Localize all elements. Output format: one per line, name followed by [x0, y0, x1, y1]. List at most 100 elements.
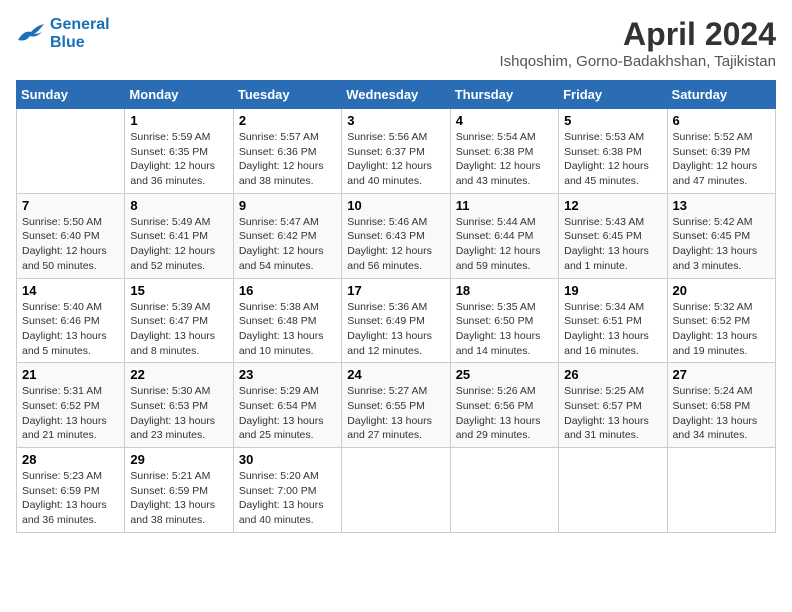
- weekday-header-wednesday: Wednesday: [342, 81, 450, 109]
- calendar-cell: 16 Sunrise: 5:38 AM Sunset: 6:48 PM Dayli…: [233, 278, 341, 363]
- day-number: 17: [347, 283, 444, 298]
- day-info: Sunrise: 5:43 AM Sunset: 6:45 PM Dayligh…: [564, 215, 661, 274]
- day-number: 29: [130, 452, 227, 467]
- day-number: 3: [347, 113, 444, 128]
- day-info: Sunrise: 5:49 AM Sunset: 6:41 PM Dayligh…: [130, 215, 227, 274]
- day-info: Sunrise: 5:38 AM Sunset: 6:48 PM Dayligh…: [239, 300, 336, 359]
- calendar-cell: 23 Sunrise: 5:29 AM Sunset: 6:54 PM Dayli…: [233, 363, 341, 448]
- calendar-cell: 3 Sunrise: 5:56 AM Sunset: 6:37 PM Daylig…: [342, 109, 450, 194]
- day-number: 21: [22, 367, 119, 382]
- day-info: Sunrise: 5:44 AM Sunset: 6:44 PM Dayligh…: [456, 215, 553, 274]
- logo-text: General Blue: [50, 16, 110, 52]
- calendar-cell: 7Sunrise: 5:50 AM Sunset: 6:40 PM Daylig…: [17, 193, 125, 278]
- day-number: 28: [22, 452, 119, 467]
- day-number: 11: [456, 198, 553, 213]
- day-number: 18: [456, 283, 553, 298]
- day-info: Sunrise: 5:31 AM Sunset: 6:52 PM Dayligh…: [22, 384, 119, 443]
- day-info: Sunrise: 5:29 AM Sunset: 6:54 PM Dayligh…: [239, 384, 336, 443]
- weekday-header-monday: Monday: [125, 81, 233, 109]
- day-info: Sunrise: 5:24 AM Sunset: 6:58 PM Dayligh…: [673, 384, 770, 443]
- day-number: 19: [564, 283, 661, 298]
- calendar-cell: [450, 448, 558, 533]
- day-number: 26: [564, 367, 661, 382]
- calendar-subtitle: Ishqoshim, Gorno-Badakhshan, Tajikistan: [499, 53, 776, 70]
- day-info: Sunrise: 5:47 AM Sunset: 6:42 PM Dayligh…: [239, 215, 336, 274]
- logo-icon: [16, 22, 46, 46]
- calendar-cell: [342, 448, 450, 533]
- calendar-cell: 24 Sunrise: 5:27 AM Sunset: 6:55 PM Dayli…: [342, 363, 450, 448]
- day-info: Sunrise: 5:27 AM Sunset: 6:55 PM Dayligh…: [347, 384, 444, 443]
- calendar-cell: 9Sunrise: 5:47 AM Sunset: 6:42 PM Daylig…: [233, 193, 341, 278]
- day-info: Sunrise: 5:35 AM Sunset: 6:50 PM Dayligh…: [456, 300, 553, 359]
- week-row-2: 7Sunrise: 5:50 AM Sunset: 6:40 PM Daylig…: [17, 193, 776, 278]
- day-number: 23: [239, 367, 336, 382]
- calendar-cell: 5Sunrise: 5:53 AM Sunset: 6:38 PM Daylig…: [559, 109, 667, 194]
- calendar-cell: 6 Sunrise: 5:52 AM Sunset: 6:39 PM Daylig…: [667, 109, 775, 194]
- day-info: Sunrise: 5:59 AM Sunset: 6:35 PM Dayligh…: [130, 130, 227, 189]
- calendar-cell: 20Sunrise: 5:32 AM Sunset: 6:52 PM Dayli…: [667, 278, 775, 363]
- day-info: Sunrise: 5:20 AM Sunset: 7:00 PM Dayligh…: [239, 469, 336, 528]
- weekday-header-friday: Friday: [559, 81, 667, 109]
- day-info: Sunrise: 5:52 AM Sunset: 6:39 PM Dayligh…: [673, 130, 770, 189]
- day-number: 15: [130, 283, 227, 298]
- week-row-5: 28Sunrise: 5:23 AM Sunset: 6:59 PM Dayli…: [17, 448, 776, 533]
- day-info: Sunrise: 5:39 AM Sunset: 6:47 PM Dayligh…: [130, 300, 227, 359]
- day-number: 22: [130, 367, 227, 382]
- day-info: Sunrise: 5:40 AM Sunset: 6:46 PM Dayligh…: [22, 300, 119, 359]
- day-number: 20: [673, 283, 770, 298]
- calendar-cell: [667, 448, 775, 533]
- calendar-cell: 18 Sunrise: 5:35 AM Sunset: 6:50 PM Dayli…: [450, 278, 558, 363]
- weekday-header-saturday: Saturday: [667, 81, 775, 109]
- day-info: Sunrise: 5:50 AM Sunset: 6:40 PM Dayligh…: [22, 215, 119, 274]
- day-info: Sunrise: 5:34 AM Sunset: 6:51 PM Dayligh…: [564, 300, 661, 359]
- calendar-cell: 10 Sunrise: 5:46 AM Sunset: 6:43 PM Dayli…: [342, 193, 450, 278]
- calendar-cell: 28Sunrise: 5:23 AM Sunset: 6:59 PM Dayli…: [17, 448, 125, 533]
- weekday-header-thursday: Thursday: [450, 81, 558, 109]
- week-row-4: 21 Sunrise: 5:31 AM Sunset: 6:52 PM Dayli…: [17, 363, 776, 448]
- calendar-cell: 30Sunrise: 5:20 AM Sunset: 7:00 PM Dayli…: [233, 448, 341, 533]
- day-number: 27: [673, 367, 770, 382]
- day-number: 2: [239, 113, 336, 128]
- day-number: 24: [347, 367, 444, 382]
- calendar-cell: 22Sunrise: 5:30 AM Sunset: 6:53 PM Dayli…: [125, 363, 233, 448]
- header: General Blue April 2024 Ishqoshim, Gorno…: [16, 16, 776, 70]
- day-info: Sunrise: 5:56 AM Sunset: 6:37 PM Dayligh…: [347, 130, 444, 189]
- day-info: Sunrise: 5:46 AM Sunset: 6:43 PM Dayligh…: [347, 215, 444, 274]
- weekday-header-tuesday: Tuesday: [233, 81, 341, 109]
- day-info: Sunrise: 5:54 AM Sunset: 6:38 PM Dayligh…: [456, 130, 553, 189]
- calendar-cell: 29 Sunrise: 5:21 AM Sunset: 6:59 PM Dayli…: [125, 448, 233, 533]
- day-number: 25: [456, 367, 553, 382]
- week-row-3: 14 Sunrise: 5:40 AM Sunset: 6:46 PM Dayli…: [17, 278, 776, 363]
- calendar-title: April 2024: [499, 16, 776, 53]
- weekday-header-sunday: Sunday: [17, 81, 125, 109]
- day-number: 14: [22, 283, 119, 298]
- day-info: Sunrise: 5:21 AM Sunset: 6:59 PM Dayligh…: [130, 469, 227, 528]
- day-info: Sunrise: 5:36 AM Sunset: 6:49 PM Dayligh…: [347, 300, 444, 359]
- day-number: 16: [239, 283, 336, 298]
- title-section: April 2024 Ishqoshim, Gorno-Badakhshan, …: [499, 16, 776, 70]
- calendar-cell: 19 Sunrise: 5:34 AM Sunset: 6:51 PM Dayli…: [559, 278, 667, 363]
- day-number: 10: [347, 198, 444, 213]
- week-row-1: 1Sunrise: 5:59 AM Sunset: 6:35 PM Daylig…: [17, 109, 776, 194]
- calendar-cell: 25 Sunrise: 5:26 AM Sunset: 6:56 PM Dayli…: [450, 363, 558, 448]
- day-number: 5: [564, 113, 661, 128]
- day-number: 6: [673, 113, 770, 128]
- weekday-header-row: SundayMondayTuesdayWednesdayThursdayFrid…: [17, 81, 776, 109]
- day-number: 12: [564, 198, 661, 213]
- calendar-table: SundayMondayTuesdayWednesdayThursdayFrid…: [16, 80, 776, 533]
- calendar-cell: 26Sunrise: 5:25 AM Sunset: 6:57 PM Dayli…: [559, 363, 667, 448]
- day-number: 13: [673, 198, 770, 213]
- day-info: Sunrise: 5:26 AM Sunset: 6:56 PM Dayligh…: [456, 384, 553, 443]
- calendar-cell: 21 Sunrise: 5:31 AM Sunset: 6:52 PM Dayli…: [17, 363, 125, 448]
- day-info: Sunrise: 5:57 AM Sunset: 6:36 PM Dayligh…: [239, 130, 336, 189]
- calendar-cell: 15 Sunrise: 5:39 AM Sunset: 6:47 PM Dayli…: [125, 278, 233, 363]
- calendar-cell: 11 Sunrise: 5:44 AM Sunset: 6:44 PM Dayli…: [450, 193, 558, 278]
- calendar-cell: 8 Sunrise: 5:49 AM Sunset: 6:41 PM Daylig…: [125, 193, 233, 278]
- calendar-cell: 4Sunrise: 5:54 AM Sunset: 6:38 PM Daylig…: [450, 109, 558, 194]
- day-info: Sunrise: 5:42 AM Sunset: 6:45 PM Dayligh…: [673, 215, 770, 274]
- calendar-cell: 2 Sunrise: 5:57 AM Sunset: 6:36 PM Daylig…: [233, 109, 341, 194]
- calendar-cell: 13 Sunrise: 5:42 AM Sunset: 6:45 PM Dayli…: [667, 193, 775, 278]
- day-number: 8: [130, 198, 227, 213]
- calendar-cell: [17, 109, 125, 194]
- calendar-cell: 14 Sunrise: 5:40 AM Sunset: 6:46 PM Dayli…: [17, 278, 125, 363]
